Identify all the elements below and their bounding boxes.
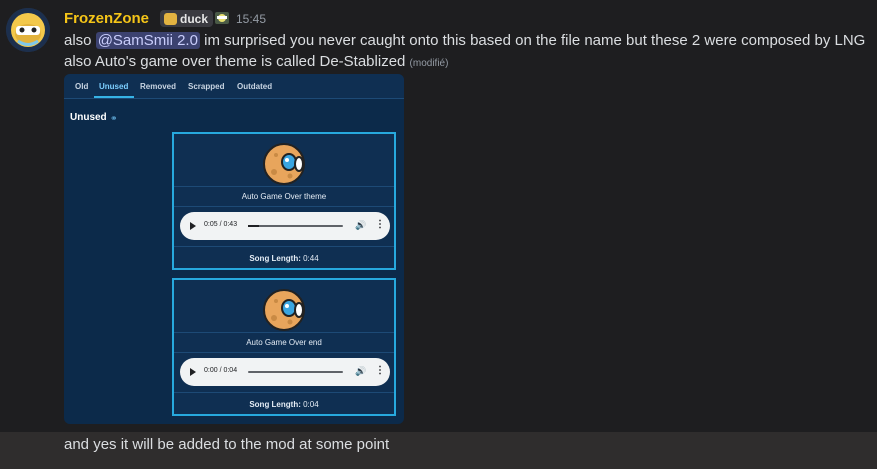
song-length-label: Song Length:	[249, 400, 301, 409]
followup-message: and yes it will be added to the mod at s…	[64, 436, 390, 453]
auto-character-icon	[263, 143, 305, 185]
play-icon[interactable]	[190, 368, 196, 376]
message-line-1: also @SamSmii 2.0 im surprised you never…	[64, 32, 865, 49]
audio-progress-track[interactable]	[248, 371, 343, 373]
audio-time: 0:05 / 0:43	[204, 221, 238, 228]
volume-icon[interactable]: 🔊	[355, 220, 366, 231]
volume-icon[interactable]: 🔊	[355, 366, 366, 377]
badge-icon[interactable]	[214, 10, 230, 26]
username[interactable]: FrozenZone	[64, 10, 149, 27]
song-length: Song Length: 0:04	[174, 400, 394, 409]
audio-progress-fill	[248, 225, 260, 227]
edited-label: (modifié)	[409, 58, 449, 69]
play-icon[interactable]	[190, 222, 196, 230]
tab-unused[interactable]: Unused	[99, 82, 128, 91]
message-text-suffix: im surprised you never caught onto this …	[199, 32, 866, 49]
audio-progress-track[interactable]	[248, 225, 343, 227]
card-title: Auto Game Over theme	[241, 192, 327, 201]
duck-icon	[164, 12, 177, 25]
active-tab-indicator	[94, 96, 134, 98]
more-options-icon[interactable]: ⋮	[375, 219, 385, 230]
audio-card: Auto Game Over theme 0:05 / 0:43 🔊 ⋮ Son…	[172, 132, 396, 270]
more-options-icon[interactable]: ⋮	[375, 365, 385, 376]
server-tag[interactable]: duck	[160, 10, 214, 27]
message-text-prefix: also	[64, 32, 96, 49]
auto-character-icon	[263, 289, 305, 331]
tab-old[interactable]: Old	[75, 82, 88, 91]
tab-bar: Old Unused Removed Scrapped Outdated	[64, 74, 404, 99]
image-attachment[interactable]: Old Unused Removed Scrapped Outdated Unu…	[64, 74, 404, 424]
audio-time: 0:00 / 0:04	[204, 367, 238, 374]
audio-player[interactable]: 0:05 / 0:43 🔊 ⋮	[180, 212, 390, 240]
timestamp[interactable]: 15:45	[236, 12, 266, 26]
song-length-value: 0:44	[300, 254, 319, 263]
tab-removed[interactable]: Removed	[140, 82, 176, 91]
tab-scrapped[interactable]: Scrapped	[188, 82, 224, 91]
user-mention[interactable]: @SamSmii 2.0	[95, 32, 200, 49]
song-length-label: Song Length:	[249, 254, 301, 263]
avatar-icon	[6, 8, 50, 52]
section-title: Unused	[70, 112, 107, 123]
tab-outdated[interactable]: Outdated	[237, 82, 272, 91]
song-length-value: 0:04	[300, 400, 319, 409]
link-icon[interactable]: ⚭	[110, 113, 118, 124]
card-title: Auto Game Over end	[246, 338, 322, 347]
user-avatar[interactable]	[6, 8, 50, 52]
card-divider	[174, 186, 394, 187]
message-line-2: also Auto's game over theme is called De…	[64, 53, 448, 70]
card-divider	[174, 392, 394, 393]
audio-player[interactable]: 0:00 / 0:04 🔊 ⋮	[180, 358, 390, 386]
song-length: Song Length: 0:44	[174, 254, 394, 263]
server-tag-label: duck	[180, 11, 209, 26]
card-divider	[174, 352, 394, 353]
audio-card: Auto Game Over end 0:00 / 0:04 🔊 ⋮ Song …	[172, 278, 396, 416]
card-divider	[174, 246, 394, 247]
card-divider	[174, 332, 394, 333]
card-divider	[174, 206, 394, 207]
message-text-line2: also Auto's game over theme is called De…	[64, 53, 406, 70]
